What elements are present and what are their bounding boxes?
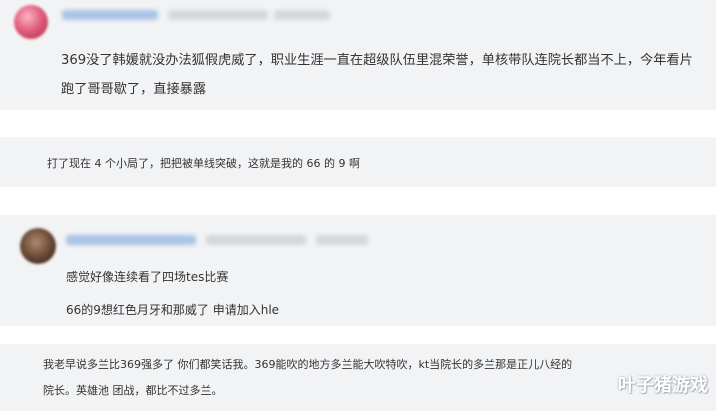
comment-card-2: 打了现在 4 个小局了，把把被单线突破，这就是我的 66 的 9 啊 [0,137,716,187]
blurred-timestamp [206,235,306,245]
comment-text-line: 66的9想红色月牙和那威了 申请加入hle [66,303,280,317]
watermark-logo-text: 叶子猪游戏 [618,375,708,396]
comment-card-4: 我老早说多兰比369强多了 你们都笑话我。369能吹的地方多兰能大吹特吹，kt当… [0,344,716,411]
comment-text-line: 我老早说多兰比369强多了 你们都笑话我。369能吹的地方多兰能大吹特吹，kt当… [43,358,573,371]
blurred-location [274,10,330,20]
blurred-location [316,235,368,245]
avatar[interactable] [20,228,56,264]
comment-text-line: 369没了韩媛就没办法狐假虎威了，职业生涯一直在超级队伍里混荣誉，单核带队连院长… [61,53,693,68]
avatar[interactable] [14,5,48,39]
blurred-timestamp [168,10,268,20]
comment-card-3: 感觉好像连续看了四场tes比赛 66的9想红色月牙和那威了 申请加入hle [0,215,716,326]
comment-text-line: 跑了哥哥歇了，直接暴露 [61,82,207,97]
comment-text-line: 打了现在 4 个小局了，把把被单线突破，这就是我的 66 的 9 啊 [47,157,360,170]
comment-text-line: 院长。英雄池 团战，都比不过多兰。 [43,384,223,397]
comment-text-line: 感觉好像连续看了四场tes比赛 [66,270,229,284]
comment-card-1: 369没了韩媛就没办法狐假虎威了，职业生涯一直在超级队伍里混荣誉，单核带队连院长… [0,0,716,110]
blurred-username [66,235,196,245]
blurred-username [62,10,158,20]
